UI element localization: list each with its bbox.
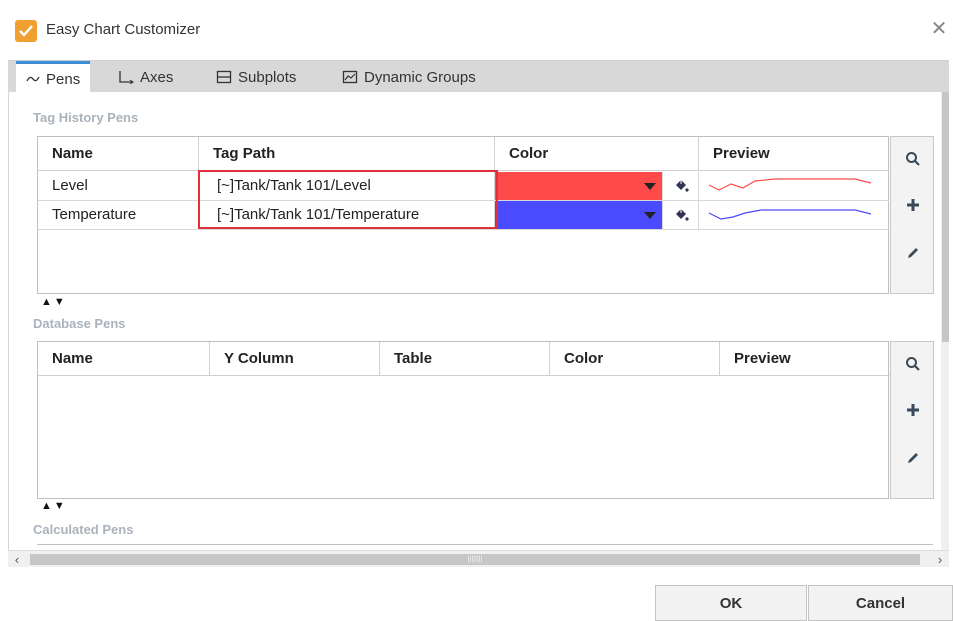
horizontal-scrollbar[interactable]: ‹ |||||||| ›: [8, 550, 949, 567]
color-swatch-blue[interactable]: [495, 201, 663, 229]
tab-strip: Pens Axes Subplots Dynamic Groups: [8, 60, 949, 94]
wave-icon: [26, 76, 40, 82]
title-bar: Easy Chart Customizer ✕: [0, 0, 953, 60]
pen-name-cell[interactable]: Level: [38, 172, 199, 200]
column-header-preview[interactable]: Preview: [720, 342, 890, 376]
tab-subplots-label: Subplots: [238, 68, 297, 86]
add-icon[interactable]: [891, 185, 933, 225]
chart-box-icon: [342, 70, 358, 84]
delete-icon[interactable]: [891, 277, 933, 293]
column-header-table[interactable]: Table: [380, 342, 550, 376]
preview-sparkline-level: [699, 172, 889, 200]
tag-history-pens-label: Tag History Pens: [33, 110, 139, 125]
edit-pencil-icon[interactable]: [891, 438, 933, 478]
vertical-scrollbar[interactable]: [941, 92, 949, 550]
dropdown-arrow-icon[interactable]: [644, 212, 656, 219]
delete-icon[interactable]: [891, 482, 933, 498]
horizontal-scroll-thumb[interactable]: ||||||||: [30, 554, 920, 565]
tab-pens[interactable]: Pens: [16, 61, 91, 94]
database-pens-label: Database Pens: [33, 316, 126, 331]
window-title: Easy Chart Customizer: [46, 21, 201, 38]
paint-bucket-icon[interactable]: [663, 201, 699, 229]
color-swatch-red[interactable]: [495, 172, 663, 200]
search-icon[interactable]: [891, 344, 933, 384]
column-header-color[interactable]: Color: [550, 342, 720, 376]
calculated-pens-label: Calculated Pens: [33, 522, 134, 537]
pens-panel: Tag History Pens Name Tag Path Color Pre…: [8, 92, 949, 550]
close-icon[interactable]: ✕: [929, 18, 949, 40]
pen-name-cell[interactable]: Temperature: [38, 201, 199, 229]
tab-axes[interactable]: Axes: [108, 61, 183, 93]
database-toolbar: [890, 341, 934, 499]
tag-path-highlight: [198, 170, 498, 229]
reorder-arrows[interactable]: ▲▼: [41, 500, 67, 512]
tag-history-header: Name Tag Path Color Preview: [38, 137, 889, 171]
app-logo-icon: [15, 20, 37, 42]
search-icon[interactable]: [891, 139, 933, 179]
ok-button[interactable]: OK: [655, 585, 807, 621]
scroll-right-icon[interactable]: ›: [931, 551, 949, 568]
scroll-left-icon[interactable]: ‹: [8, 551, 26, 568]
column-header-name[interactable]: Name: [38, 137, 199, 171]
column-header-preview[interactable]: Preview: [699, 137, 889, 171]
axes-icon: [119, 71, 134, 84]
column-header-y-column[interactable]: Y Column: [210, 342, 380, 376]
column-header-name[interactable]: Name: [38, 342, 210, 376]
tab-pens-label: Pens: [46, 70, 81, 88]
paint-bucket-icon[interactable]: [663, 172, 699, 200]
database-table: Name Y Column Table Color Preview: [37, 341, 890, 499]
tab-dynamic-groups[interactable]: Dynamic Groups: [332, 61, 486, 93]
reorder-arrows[interactable]: ▲▼: [41, 296, 67, 308]
grip-icon: ||||||||: [467, 556, 483, 563]
column-header-tag-path[interactable]: Tag Path: [199, 137, 495, 171]
edit-pencil-icon[interactable]: [891, 233, 933, 273]
tab-dynamic-groups-label: Dynamic Groups: [364, 68, 476, 86]
add-icon[interactable]: [891, 390, 933, 430]
column-header-color[interactable]: Color: [495, 137, 699, 171]
database-header: Name Y Column Table Color Preview: [38, 342, 890, 376]
subplots-icon: [216, 70, 232, 84]
preview-sparkline-temperature: [699, 201, 889, 229]
cancel-button[interactable]: Cancel: [808, 585, 953, 621]
tag-history-toolbar: [890, 136, 934, 294]
tab-subplots[interactable]: Subplots: [206, 61, 306, 93]
tab-axes-label: Axes: [140, 68, 174, 86]
vertical-scroll-thumb[interactable]: [942, 92, 949, 342]
dropdown-arrow-icon[interactable]: [644, 183, 656, 190]
